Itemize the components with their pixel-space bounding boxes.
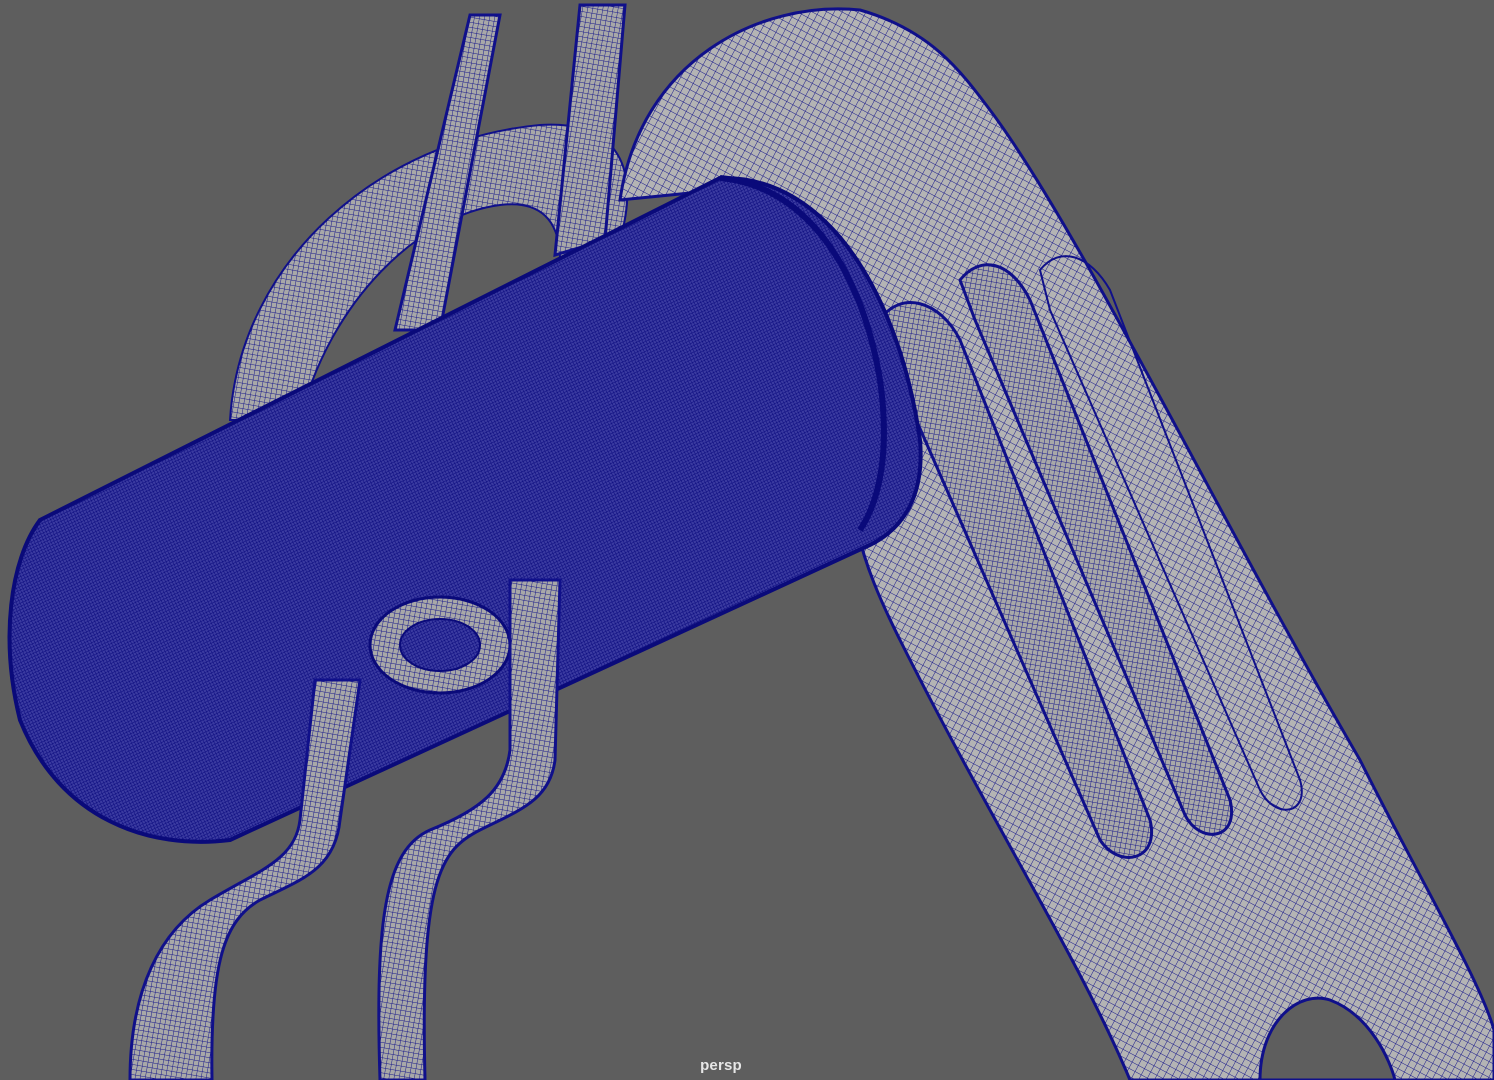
- wireframe-model[interactable]: [0, 0, 1494, 1080]
- camera-name-label: persp: [700, 1057, 742, 1074]
- viewport-persp[interactable]: persp: [0, 0, 1494, 1080]
- cylinder-body: [7, 175, 923, 844]
